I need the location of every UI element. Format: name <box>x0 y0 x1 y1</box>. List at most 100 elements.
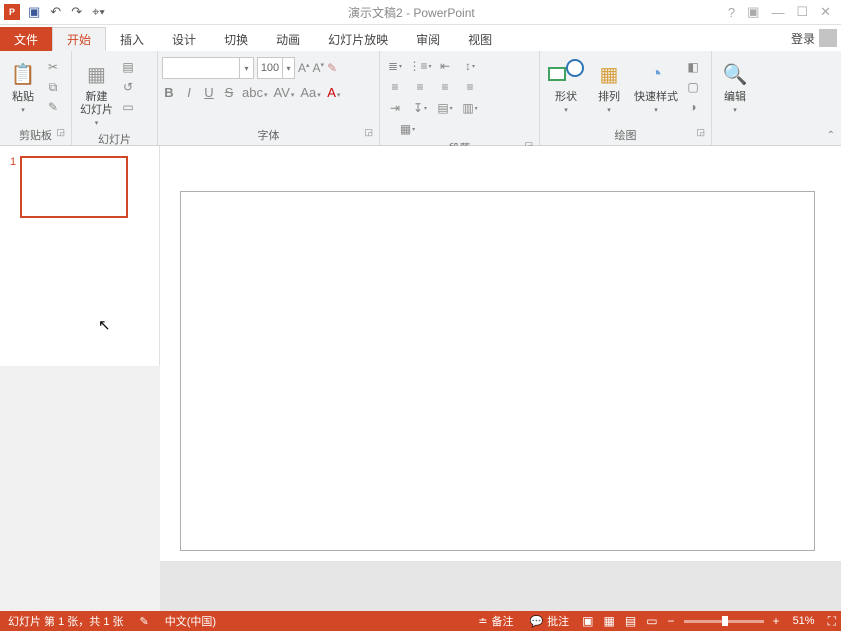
new-slide-icon: ▦ <box>87 59 106 89</box>
save-icon[interactable]: ▣ <box>28 4 40 20</box>
collapse-ribbon-icon[interactable]: ⌃ <box>827 130 835 141</box>
editing-button[interactable]: 🔍 编辑 ▾ <box>716 57 754 116</box>
shape-fill-icon[interactable]: ◧ <box>684 59 702 75</box>
justify-button[interactable]: ≡ <box>459 78 481 96</box>
align-right-button[interactable]: ≡ <box>434 78 456 96</box>
maximize-icon[interactable]: ☐ <box>796 4 808 20</box>
italic-button[interactable]: I <box>182 85 196 100</box>
bullets-button[interactable]: ≣ <box>384 57 406 75</box>
quick-styles-icon: ◔ <box>650 59 662 89</box>
align-left-button[interactable]: ≡ <box>384 78 406 96</box>
align-text-button[interactable]: ▤ <box>434 99 456 117</box>
comments-button[interactable]: 💬批注 <box>521 613 577 629</box>
font-name-combo[interactable]: ▾ <box>162 57 254 79</box>
section-icon[interactable]: ▭ <box>119 99 137 115</box>
spellcheck-icon[interactable]: ✎ <box>132 615 157 628</box>
group-editing: 🔍 编辑 ▾ <box>712 51 760 145</box>
notes-button[interactable]: ≐备注 <box>470 613 521 629</box>
change-case-button[interactable]: Aa <box>300 85 320 100</box>
tab-design[interactable]: 设计 <box>158 27 210 51</box>
launcher-icon[interactable]: ◲ <box>56 127 65 138</box>
window-controls: ? ▣ — ☐ ✕ <box>718 4 841 20</box>
tab-transitions[interactable]: 切换 <box>210 27 262 51</box>
new-slide-label: 新建 幻灯片 <box>80 91 113 117</box>
cut-icon[interactable]: ✂ <box>44 59 62 75</box>
minimize-icon[interactable]: — <box>771 5 784 20</box>
comments-label: 批注 <box>547 613 569 629</box>
chevron-down-icon: ▾ <box>95 119 99 127</box>
tab-insert[interactable]: 插入 <box>106 27 158 51</box>
paste-label: 粘贴 <box>12 91 34 104</box>
start-from-beginning-icon[interactable]: ⌖▾ <box>92 4 105 20</box>
slide-sorter-view-icon[interactable]: ▦ <box>599 614 620 628</box>
reading-view-icon[interactable]: ▤ <box>620 614 641 628</box>
decrease-indent-button[interactable]: ⇤ <box>434 57 456 75</box>
quick-styles-button[interactable]: ◔ 快速样式 ▾ <box>630 57 682 116</box>
numbering-button[interactable]: ⋮≡ <box>409 57 431 75</box>
strikethrough-button[interactable]: S <box>222 85 236 100</box>
font-size-combo[interactable]: 100 ▾ <box>257 57 295 79</box>
quick-styles-label: 快速样式 <box>634 91 678 104</box>
slide-thumbnail[interactable] <box>20 156 128 218</box>
increase-font-icon[interactable]: A▴ <box>298 61 310 75</box>
notes-icon: ≐ <box>478 615 487 628</box>
line-spacing-button[interactable]: ↕ <box>459 57 481 75</box>
reset-icon[interactable]: ↺ <box>119 79 137 95</box>
redo-icon[interactable]: ↷ <box>71 4 82 20</box>
launcher-icon[interactable]: ◲ <box>696 127 705 138</box>
shapes-button[interactable]: 形状 ▾ <box>544 57 588 116</box>
slide-canvas[interactable] <box>180 191 815 551</box>
zoom-level[interactable]: 51% <box>785 615 823 627</box>
zoom-slider-thumb[interactable] <box>722 616 728 626</box>
tab-file[interactable]: 文件 <box>0 27 52 51</box>
shadow-button[interactable]: abc <box>242 85 267 100</box>
launcher-icon[interactable]: ◲ <box>364 127 373 138</box>
increase-indent-button[interactable]: ⇥ <box>384 99 406 117</box>
text-direction-button[interactable]: ↧ <box>409 99 431 117</box>
ribbon-display-icon[interactable]: ▣ <box>747 4 759 20</box>
new-slide-button[interactable]: ▦ 新建 幻灯片 ▾ <box>76 57 117 129</box>
copy-icon[interactable]: ⧉ <box>44 79 62 95</box>
layout-icon[interactable]: ▤ <box>119 59 137 75</box>
normal-view-icon[interactable]: ▣ <box>577 614 598 628</box>
group-slides: ▦ 新建 幻灯片 ▾ ▤ ↺ ▭ 幻灯片 <box>72 51 158 145</box>
zoom-out-icon[interactable]: − <box>663 614 680 628</box>
tab-review[interactable]: 审阅 <box>402 27 454 51</box>
chevron-down-icon: ▾ <box>21 106 25 114</box>
shape-outline-icon[interactable]: ▢ <box>684 79 702 95</box>
format-painter-icon[interactable]: ✎ <box>44 99 62 115</box>
columns-button[interactable]: ▥ <box>459 99 481 117</box>
shape-effects-icon[interactable]: ◑ <box>684 99 702 115</box>
fit-to-window-icon[interactable]: ⛶ <box>823 614 841 629</box>
align-center-button[interactable]: ≡ <box>409 78 431 96</box>
paste-button[interactable]: 📋 粘贴 ▾ <box>4 57 42 116</box>
tab-home[interactable]: 开始 <box>52 27 106 51</box>
shapes-label: 形状 <box>555 91 577 104</box>
zoom-in-icon[interactable]: + <box>768 614 785 628</box>
bold-button[interactable]: B <box>162 85 176 100</box>
group-drawing-label: 绘图 <box>615 130 637 142</box>
slideshow-view-icon[interactable]: ▭ <box>641 614 662 628</box>
underline-button[interactable]: U <box>202 85 216 100</box>
tab-slideshow[interactable]: 幻灯片放映 <box>314 27 402 51</box>
help-icon[interactable]: ? <box>728 5 735 20</box>
undo-icon[interactable]: ↶ <box>50 4 61 20</box>
font-color-button[interactable]: A <box>327 85 341 100</box>
shapes-icon <box>548 59 584 89</box>
tab-animations[interactable]: 动画 <box>262 27 314 51</box>
close-icon[interactable]: ✕ <box>820 4 831 20</box>
login-button[interactable]: 登录 <box>787 25 841 51</box>
status-language[interactable]: 中文(中国) <box>157 613 224 629</box>
group-font-label: 字体 <box>258 130 280 142</box>
tab-view[interactable]: 视图 <box>454 27 506 51</box>
workspace: 1 <box>0 146 841 611</box>
decrease-font-icon[interactable]: A▾ <box>313 61 325 75</box>
char-spacing-button[interactable]: AV <box>273 85 294 100</box>
clear-formatting-icon[interactable]: ✎ <box>327 61 337 75</box>
zoom-slider[interactable] <box>684 620 764 623</box>
arrange-button[interactable]: ▦ 排列 ▾ <box>590 57 628 116</box>
convert-smartart-button[interactable]: ▦ <box>384 120 431 138</box>
find-icon: 🔍 <box>723 59 748 89</box>
status-slide-indicator[interactable]: 幻灯片 第 1 张，共 1 张 <box>0 613 132 629</box>
chevron-down-icon: ▾ <box>733 106 737 114</box>
